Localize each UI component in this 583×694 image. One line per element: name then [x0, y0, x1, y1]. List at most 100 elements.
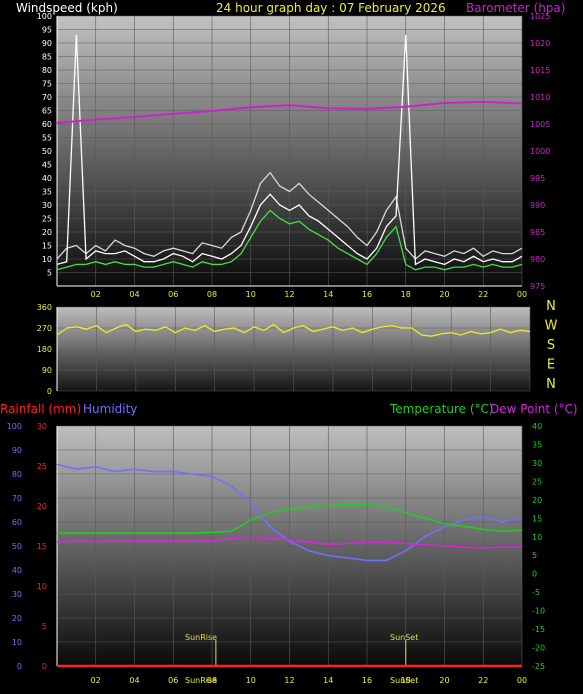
rain-tick-label: 0: [42, 662, 47, 671]
temperature-tick-label: -5: [532, 588, 540, 597]
temperature-tick-label: 35: [532, 440, 542, 449]
windspeed-tick-label: 25: [42, 215, 52, 224]
rain-tick-label: 10: [37, 582, 47, 591]
temperature-label: Temperature (°C): [389, 402, 494, 416]
barometer-tick-label: 980: [530, 255, 545, 264]
rain-tick-label: 30: [37, 422, 47, 431]
direction-tick-label: 180: [37, 345, 52, 354]
humidity-label: Humidity: [83, 402, 137, 416]
windspeed-tick-label: 45: [42, 161, 52, 170]
climate-x-tick-label: 00: [517, 676, 527, 685]
barometer-tick-label: 1000: [530, 147, 550, 156]
rain-tick-label: 15: [37, 542, 47, 551]
direction-tick-label: 270: [37, 324, 52, 333]
windspeed-tick-label: 70: [42, 93, 52, 102]
windspeed-tick-label: 10: [42, 255, 52, 264]
compass-label: E: [547, 358, 555, 373]
direction-tick-label: 360: [37, 303, 52, 312]
wind-x-tick-label: 10: [246, 290, 256, 299]
temperature-tick-label: 40: [532, 422, 542, 431]
climate-x-tick-label: 20: [439, 676, 449, 685]
direction-tick-label: 90: [42, 366, 52, 375]
wind-x-tick-label: 02: [91, 290, 101, 299]
humidity-tick-label: 90: [12, 446, 22, 455]
wind-x-tick-label: 12: [284, 290, 294, 299]
climate-x-tick-label: 22: [478, 676, 488, 685]
climate-x-tick-label: 10: [246, 676, 256, 685]
windspeed-tick-label: 30: [42, 201, 52, 210]
windspeed-tick-label: 35: [42, 188, 52, 197]
wind-x-tick-label: 22: [478, 290, 488, 299]
sunrise-label: SunRise: [185, 633, 217, 642]
compass-label: S: [547, 338, 555, 353]
barometer-axis-title: Barometer (hpa): [466, 1, 565, 15]
climate-x-tick-label: 04: [129, 676, 139, 685]
windspeed-tick-label: 5: [47, 269, 52, 278]
windspeed-tick-label: 40: [42, 174, 52, 183]
temperature-tick-label: 10: [532, 533, 542, 542]
windspeed-tick-label: 90: [42, 39, 52, 48]
climate-x-tick-label: 06: [168, 676, 178, 685]
windspeed-tick-label: 50: [42, 147, 52, 156]
barometer-tick-label: 1015: [530, 66, 550, 75]
temperature-tick-label: 15: [532, 514, 542, 523]
direction-tick-label: 0: [47, 387, 52, 396]
windspeed-tick-label: 20: [42, 228, 52, 237]
temperature-tick-label: 20: [532, 496, 542, 505]
windspeed-tick-label: 95: [42, 26, 52, 35]
barometer-tick-label: 990: [530, 201, 545, 210]
wind-x-tick-label: 20: [439, 290, 449, 299]
temperature-tick-label: 30: [532, 459, 542, 468]
temperature-tick-label: 25: [532, 477, 542, 486]
wind-x-tick-label: 04: [129, 290, 139, 299]
windspeed-tick-label: 65: [42, 107, 52, 116]
barometer-tick-label: 1010: [530, 93, 550, 102]
barometer-tick-label: 1005: [530, 120, 550, 129]
humidity-tick-label: 0: [17, 662, 22, 671]
humidity-tick-label: 100: [7, 422, 22, 431]
barometer-tick-label: 985: [530, 228, 545, 237]
compass-label: N: [546, 377, 556, 392]
windspeed-tick-label: 85: [42, 53, 52, 62]
wind-x-tick-label: 14: [323, 290, 333, 299]
wind-x-tick-label: 16: [362, 290, 372, 299]
sunset-label: SunSet: [390, 633, 418, 642]
climate-x-tick-label: 14: [323, 676, 333, 685]
humidity-tick-label: 50: [12, 542, 22, 551]
windspeed-tick-label: 55: [42, 134, 52, 143]
temperature-tick-label: 5: [532, 551, 537, 560]
rain-tick-label: 20: [37, 502, 47, 511]
sunset-axis-label: SunSet: [390, 676, 418, 685]
dewpoint-label: Dew Point (°C): [490, 402, 578, 416]
temperature-tick-label: 0: [532, 570, 537, 579]
humidity-tick-label: 80: [12, 470, 22, 479]
rain-tick-label: 25: [37, 462, 47, 471]
windspeed-tick-label: 80: [42, 66, 52, 75]
temperature-tick-label: -25: [532, 662, 545, 671]
barometer-tick-label: 1020: [530, 39, 550, 48]
humidity-tick-label: 30: [12, 590, 22, 599]
compass-label: N: [546, 299, 556, 314]
humidity-tick-label: 40: [12, 566, 22, 575]
humidity-tick-label: 60: [12, 518, 22, 527]
weather-graph: Windspeed (kph) 24 hour graph day : 07 F…: [0, 1, 578, 685]
compass-label: W: [545, 319, 558, 334]
wind-x-tick-label: 08: [207, 290, 217, 299]
barometer-tick-label: 1025: [530, 12, 550, 21]
windspeed-axis-title: Windspeed (kph): [16, 1, 118, 15]
rain-tick-label: 5: [42, 622, 47, 631]
climate-x-tick-label: 16: [362, 676, 372, 685]
wind-x-tick-label: 06: [168, 290, 178, 299]
rainfall-label: Rainfall (mm): [0, 402, 81, 416]
windspeed-tick-label: 100: [37, 12, 52, 21]
temperature-tick-label: -20: [532, 644, 545, 653]
chart-title: 24 hour graph day : 07 February 2026: [216, 1, 446, 15]
temperature-tick-label: -15: [532, 625, 545, 634]
wind-x-tick-label: 00: [517, 290, 527, 299]
windspeed-tick-label: 15: [42, 242, 52, 251]
climate-x-tick-label: 02: [91, 676, 101, 685]
humidity-tick-label: 10: [12, 638, 22, 647]
barometer-tick-label: 995: [530, 174, 545, 183]
temperature-tick-label: -10: [532, 607, 545, 616]
humidity-tick-label: 70: [12, 494, 22, 503]
